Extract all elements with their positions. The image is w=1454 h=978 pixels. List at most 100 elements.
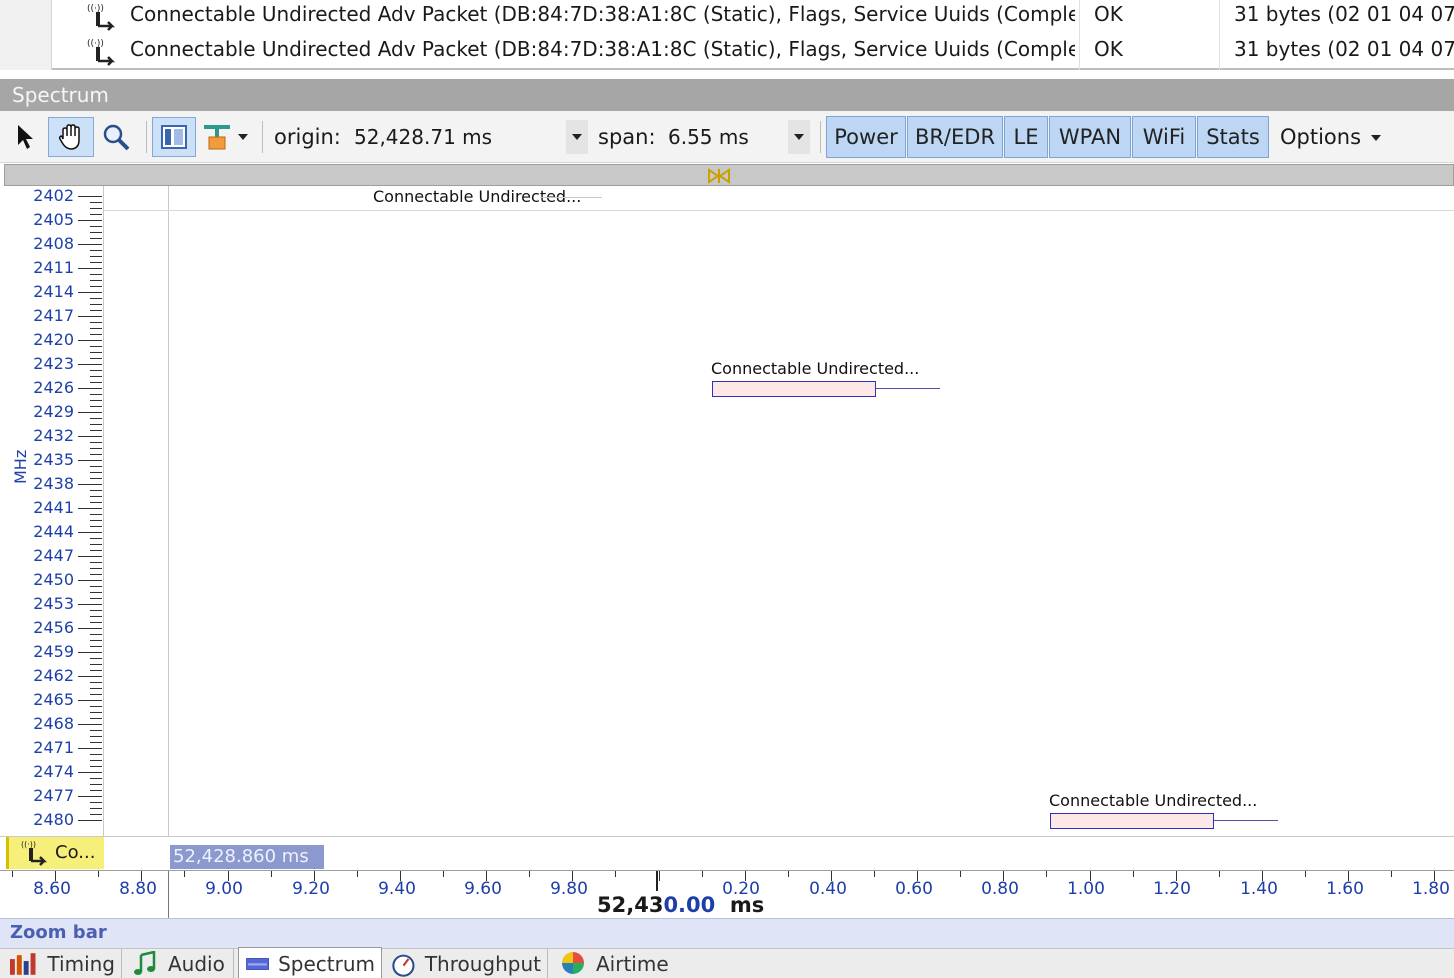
selected-packet-chip[interactable]: ((·)) Co... — [6, 837, 104, 869]
time-tick-label: 0.40 — [809, 879, 847, 899]
frequency-major-tick — [78, 604, 102, 605]
packet-tail — [876, 388, 940, 389]
frequency-minor-tick — [90, 352, 102, 353]
frequency-minor-tick — [90, 586, 102, 587]
frequency-minor-tick — [90, 214, 102, 215]
tab-timing[interactable]: Timing — [2, 949, 122, 978]
stats-filter-button[interactable]: Stats — [1197, 116, 1269, 158]
packet-bar[interactable] — [1050, 813, 1214, 829]
power-filter-button[interactable]: Power — [826, 116, 906, 158]
time-tick — [659, 871, 660, 881]
tab-audio[interactable]: Audio — [126, 949, 234, 978]
time-tick — [1219, 871, 1220, 877]
frequency-minor-tick — [90, 526, 102, 527]
time-tick — [400, 871, 401, 881]
frequency-minor-tick — [90, 454, 102, 455]
tab-airtime[interactable]: Airtime — [552, 949, 682, 978]
frequency-tick-label: 2411 — [33, 258, 74, 277]
spectrum-plot[interactable]: MHz 2402 2405 2408 2411 2414 2417 2420 2423 2426… — [0, 186, 1454, 836]
packet-list: ((·)) Connectable Undirected Adv Packet … — [0, 0, 1454, 70]
center-prefix: 52,43 — [597, 893, 664, 917]
pointer-tool-button[interactable] — [10, 117, 40, 157]
frequency-minor-tick — [90, 784, 102, 785]
chevron-down-icon — [572, 134, 582, 140]
svg-text:((·)): ((·)) — [21, 840, 36, 849]
frequency-tick-label: 2423 — [33, 354, 74, 373]
tab-label: Timing — [47, 952, 115, 976]
timing-icon — [9, 953, 36, 975]
split-view-icon — [161, 125, 187, 149]
frequency-tick-label: 2462 — [33, 666, 74, 685]
time-tick — [271, 871, 272, 877]
time-tick-label: 0.20 — [722, 879, 760, 899]
marker-dropdown-button[interactable] — [200, 117, 250, 157]
pointer-icon — [18, 125, 33, 149]
split-view-button[interactable] — [152, 117, 196, 157]
origin-value[interactable]: 52,428.71 ms — [354, 118, 492, 156]
frequency-minor-tick — [90, 706, 102, 707]
tab-throughput[interactable]: Throughput — [384, 949, 548, 978]
packet-data: 31 bytes (02 01 04 07 0 — [1234, 2, 1454, 26]
le-adv-packet-icon: ((·)) — [87, 39, 116, 66]
frequency-major-tick — [78, 244, 102, 245]
pan-tool-button[interactable] — [48, 117, 94, 157]
frequency-minor-tick — [90, 646, 102, 647]
frequency-minor-tick — [90, 634, 102, 635]
le-filter-button[interactable]: LE — [1004, 116, 1048, 158]
frequency-tick-label: 2471 — [33, 738, 74, 757]
frequency-minor-tick — [90, 238, 102, 239]
time-tick — [184, 871, 185, 877]
zoom-tool-button[interactable] — [98, 117, 134, 157]
tab-spectrum[interactable]: Spectrum — [238, 947, 382, 978]
tab-label: Spectrum — [278, 951, 375, 976]
frequency-minor-tick — [90, 202, 102, 203]
zoom-bar[interactable]: Zoom bar — [0, 918, 1454, 948]
time-tick-label: 9.40 — [378, 879, 416, 899]
zoom-handle-icon[interactable] — [707, 167, 731, 185]
time-tick-label: 1.20 — [1153, 879, 1191, 899]
frequency-major-tick — [78, 508, 102, 509]
frequency-tick-label: 2474 — [33, 762, 74, 781]
origin-dropdown-button[interactable] — [566, 120, 588, 154]
time-tick — [917, 871, 918, 881]
frequency-tick-label: 2480 — [33, 810, 74, 829]
packet-label[interactable]: Connectable Undirected... — [711, 360, 919, 378]
frequency-minor-tick — [90, 622, 102, 623]
frequency-minor-tick — [90, 544, 102, 545]
span-dropdown-button[interactable] — [788, 120, 810, 154]
frequency-tick-label: 2426 — [33, 378, 74, 397]
packet-row[interactable]: ((·)) Connectable Undirected Adv Packet … — [0, 35, 1454, 70]
frequency-tick-label: 2417 — [33, 306, 74, 325]
time-tick — [960, 871, 961, 877]
zoom-range-strip[interactable] — [4, 164, 1454, 186]
frequency-tick-label: 2438 — [33, 474, 74, 493]
frequency-minor-tick — [90, 430, 102, 431]
frequency-minor-tick — [90, 304, 102, 305]
packet-row[interactable]: ((·)) Connectable Undirected Adv Packet … — [0, 0, 1454, 35]
frequency-minor-tick — [90, 808, 102, 809]
frequency-minor-tick — [90, 250, 102, 251]
row-divider — [104, 210, 1454, 211]
frequency-minor-tick — [90, 766, 102, 767]
selection-row: ((·)) Co... 52,428.860 ms — [0, 836, 1454, 870]
pie-balloon-icon — [562, 952, 584, 974]
packet-bar[interactable] — [712, 381, 876, 397]
bredr-filter-button[interactable]: BR/EDR — [907, 116, 1003, 158]
wpan-filter-button[interactable]: WPAN — [1049, 116, 1131, 158]
origin-label: origin: — [274, 125, 341, 149]
time-tick — [745, 871, 746, 881]
span-combo[interactable]: 6.55 ms — [662, 118, 810, 156]
frequency-minor-tick — [90, 442, 102, 443]
frequency-minor-tick — [90, 802, 102, 803]
frequency-major-tick — [78, 820, 102, 821]
span-value[interactable]: 6.55 ms — [668, 118, 749, 156]
frequency-major-tick — [78, 724, 102, 725]
packet-label[interactable]: Connectable Undirected... — [1049, 792, 1257, 810]
time-axis[interactable]: 52,430.00 ms 8.60 8.80 9.00 9.20 9.40 9.60 9.8… — [0, 870, 1454, 919]
frequency-tick-label: 2453 — [33, 594, 74, 613]
wifi-filter-button[interactable]: WiFi — [1132, 116, 1196, 158]
frequency-minor-tick — [90, 466, 102, 467]
chevron-down-icon — [794, 134, 804, 140]
origin-combo[interactable]: 52,428.71 ms — [348, 118, 588, 156]
options-menu[interactable]: Options — [1280, 111, 1382, 163]
